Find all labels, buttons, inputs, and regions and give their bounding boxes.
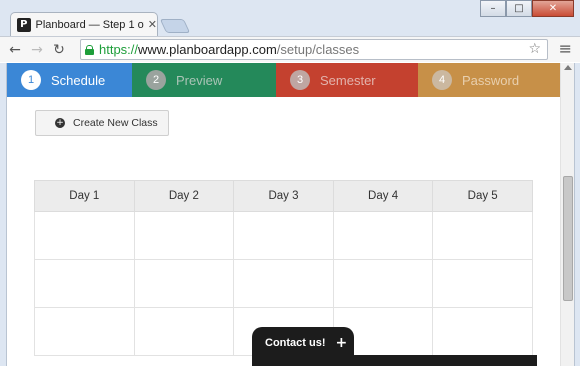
- schedule-cell[interactable]: [133, 307, 235, 356]
- window-right-border: [574, 63, 580, 366]
- step-number: 1: [21, 70, 41, 90]
- contact-bar: [347, 355, 537, 366]
- step-number: 4: [432, 70, 452, 90]
- schedule-cell[interactable]: [34, 307, 135, 356]
- step-label: Preview: [176, 72, 223, 88]
- new-tab-button[interactable]: [159, 19, 191, 33]
- step-schedule[interactable]: 1 Schedule: [7, 63, 132, 97]
- schedule-cell[interactable]: [233, 259, 334, 308]
- back-button[interactable]: ←: [4, 39, 26, 61]
- tab-title: Planboard — Step 1 of 4: S: [35, 18, 144, 31]
- schedule-row: [34, 259, 533, 308]
- plus-icon: +: [335, 335, 348, 351]
- create-new-class-label: Create New Class: [73, 117, 158, 129]
- reload-button[interactable]: ↻: [48, 39, 70, 61]
- scroll-up-arrow-icon[interactable]: [564, 65, 572, 70]
- schedule-cell[interactable]: [34, 259, 135, 308]
- window-controls: – □ ✕: [480, 0, 574, 17]
- bookmark-star-icon[interactable]: ☆: [528, 41, 541, 57]
- step-label: Schedule: [51, 72, 106, 88]
- address-bar[interactable]: https://www.planboardapp.com/setup/class…: [80, 39, 548, 60]
- url-text: https://www.planboardapp.com/setup/class…: [99, 42, 360, 57]
- step-password[interactable]: 4 Password: [418, 63, 560, 97]
- browser-toolbar: ← → ↻ https://www.planboardapp.com/setup…: [0, 36, 580, 62]
- schedule-cell[interactable]: [432, 259, 533, 308]
- schedule-header-row: Day 1 Day 2 Day 3 Day 4 Day 5: [34, 180, 533, 212]
- window-left-border: [0, 63, 7, 366]
- day-header: Day 4: [332, 180, 434, 212]
- tab-close-icon[interactable]: ✕: [148, 18, 157, 31]
- day-header: Day 1: [34, 180, 135, 212]
- schedule-cell[interactable]: [332, 259, 434, 308]
- step-label: Semester: [320, 72, 376, 88]
- day-header: Day 3: [233, 180, 334, 212]
- contact-us-button[interactable]: Contact us! +: [252, 327, 354, 366]
- step-preview[interactable]: 2 Preview: [132, 63, 276, 97]
- step-number: 2: [146, 70, 166, 90]
- setup-steps: 1 Schedule 2 Preview 3 Semester 4 Passwo…: [7, 63, 560, 97]
- browser-menu-icon[interactable]: ≡: [559, 41, 572, 57]
- maximize-button[interactable]: □: [506, 0, 532, 17]
- planboard-favicon-icon: P: [17, 17, 31, 32]
- schedule-cell[interactable]: [432, 211, 533, 260]
- step-semester[interactable]: 3 Semester: [276, 63, 418, 97]
- schedule-cell[interactable]: [133, 259, 235, 308]
- contact-us-label: Contact us!: [265, 337, 326, 349]
- minimize-button[interactable]: –: [480, 0, 506, 17]
- scrollbar-thumb[interactable]: [563, 176, 573, 301]
- schedule-cell[interactable]: [133, 211, 235, 260]
- browser-tab[interactable]: P Planboard — Step 1 of 4: S ✕: [10, 12, 158, 36]
- forward-button[interactable]: →: [26, 39, 48, 61]
- day-header: Day 5: [432, 180, 533, 212]
- create-new-class-button[interactable]: + Create New Class: [35, 110, 169, 136]
- day-header: Day 2: [133, 180, 235, 212]
- schedule-cell[interactable]: [432, 307, 533, 356]
- step-label: Password: [462, 72, 520, 88]
- vertical-scrollbar[interactable]: [560, 63, 574, 366]
- schedule-cell[interactable]: [233, 211, 334, 260]
- close-window-button[interactable]: ✕: [532, 0, 574, 17]
- schedule-cell[interactable]: [332, 211, 434, 260]
- step-number: 3: [290, 70, 310, 90]
- lock-icon: [85, 44, 94, 55]
- schedule-row: [34, 211, 533, 260]
- plus-circle-icon: +: [55, 118, 65, 128]
- schedule-cell[interactable]: [34, 211, 135, 260]
- page-content: 1 Schedule 2 Preview 3 Semester 4 Passwo…: [7, 63, 560, 366]
